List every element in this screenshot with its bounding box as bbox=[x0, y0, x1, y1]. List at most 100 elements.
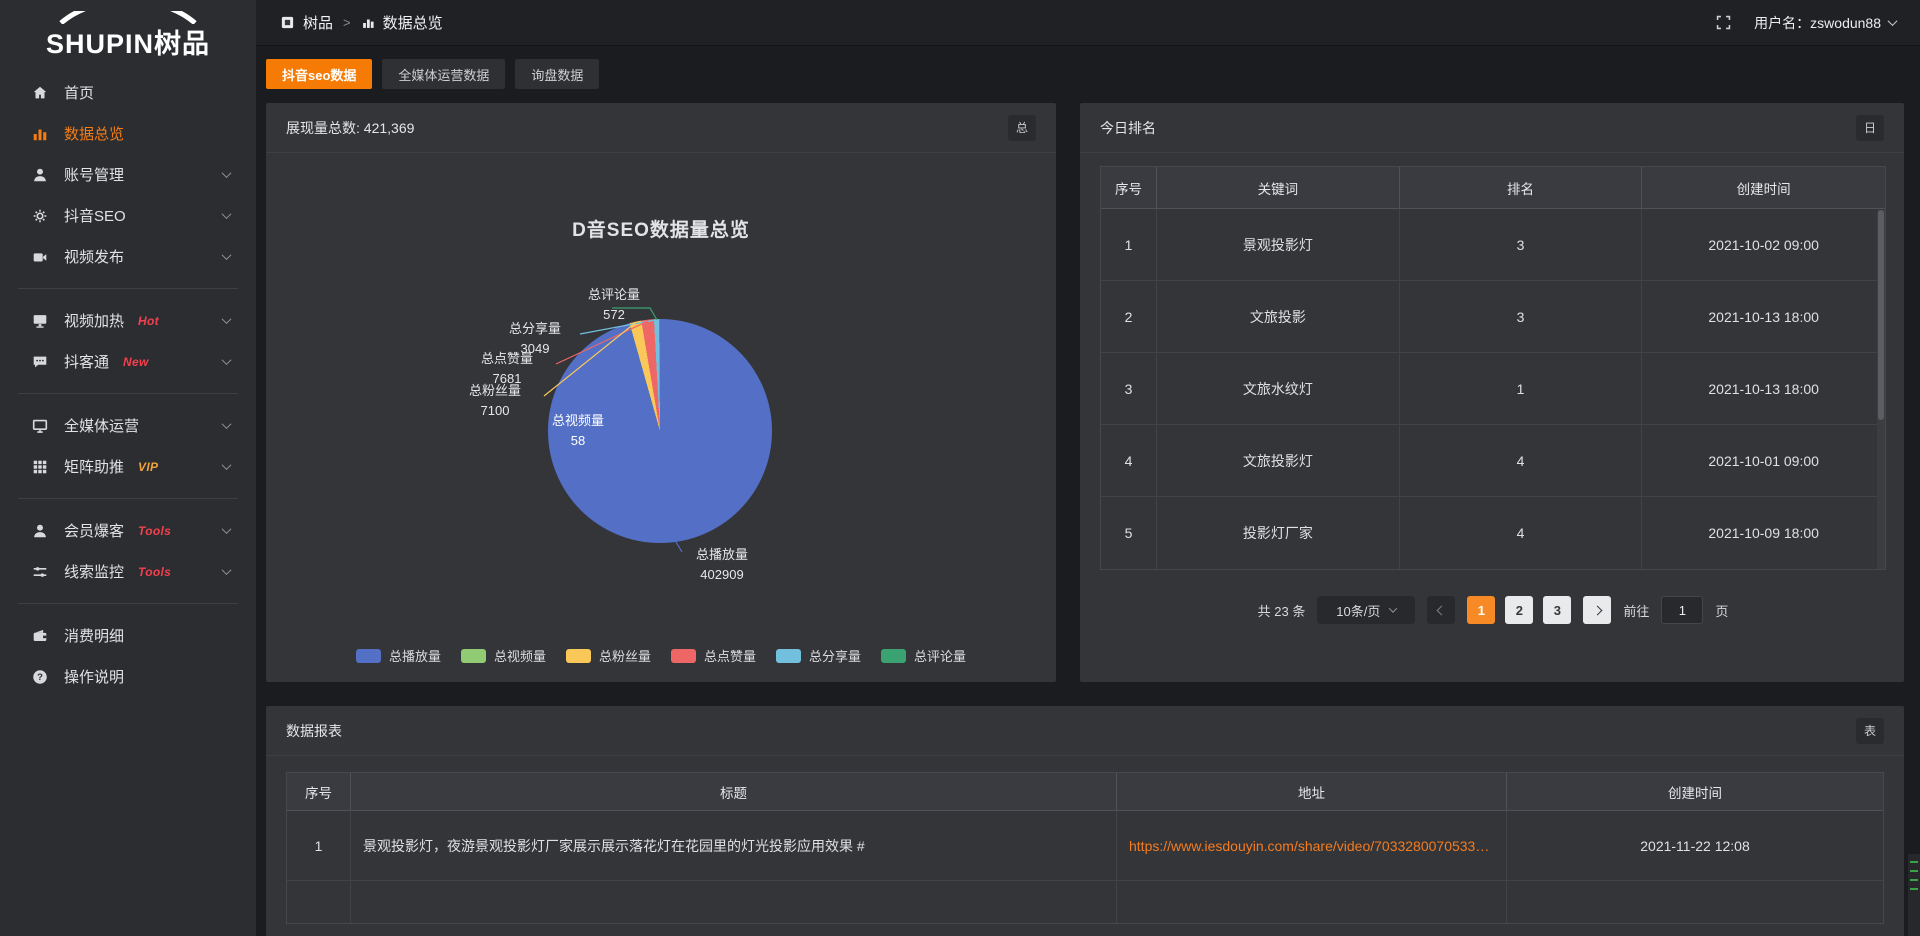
cell-no: 5 bbox=[1101, 497, 1157, 569]
fullscreen-icon[interactable] bbox=[1715, 14, 1732, 31]
chevron-down-icon bbox=[222, 460, 232, 470]
scrollbar-thumb[interactable] bbox=[1878, 210, 1884, 420]
sidebar-item-label: 抖客通 bbox=[64, 351, 109, 372]
sidebar-item-label: 全媒体运营 bbox=[64, 415, 139, 436]
sidebar-item-video-heat[interactable]: 视频加热 Hot bbox=[0, 300, 256, 341]
sidebar-item-account-management[interactable]: 账号管理 bbox=[0, 154, 256, 195]
cell-keyword: 文旅水纹灯 bbox=[1157, 353, 1400, 425]
pie-label-comments: 总评论量572 bbox=[566, 285, 662, 324]
legend-swatch bbox=[356, 649, 381, 663]
vip-badge: VIP bbox=[138, 460, 158, 474]
chevron-down-icon bbox=[1888, 16, 1898, 26]
column-header-title: 标题 bbox=[351, 773, 1117, 811]
breadcrumb[interactable]: 树品 > 数据总览 bbox=[280, 12, 443, 33]
sidebar-item-douyin-seo[interactable]: 抖音SEO bbox=[0, 195, 256, 236]
rank-table: 序号 关键词 排名 创建时间 1 景观投影灯 3 2021-10-02 09:0… bbox=[1100, 166, 1886, 570]
legend-swatch bbox=[671, 649, 696, 663]
legend-label: 总点赞量 bbox=[704, 646, 756, 665]
table-scrollbar[interactable] bbox=[1877, 210, 1885, 569]
cell-rank: 4 bbox=[1400, 425, 1643, 497]
report-panel-title: 数据报表 bbox=[286, 721, 342, 741]
column-header-keyword: 关键词 bbox=[1157, 167, 1400, 209]
sidebar-item-home[interactable]: 首页 bbox=[0, 72, 256, 113]
day-toggle-button[interactable]: 日 bbox=[1856, 115, 1884, 141]
legend-item[interactable]: 总评论量 bbox=[881, 646, 966, 665]
chevron-down-icon bbox=[222, 565, 232, 575]
tab-media-operation-data[interactable]: 全媒体运营数据 bbox=[382, 59, 505, 89]
person-icon bbox=[30, 521, 50, 541]
column-header-no: 序号 bbox=[287, 773, 351, 811]
table-row[interactable]: 5 投影灯厂家 4 2021-10-09 18:00 bbox=[1101, 497, 1885, 569]
page-button-3[interactable]: 3 bbox=[1543, 596, 1571, 624]
sidebar-item-douketong[interactable]: 抖客通 New bbox=[0, 341, 256, 382]
cell-keyword: 投影灯厂家 bbox=[1157, 497, 1400, 569]
sidebar-item-label: 抖音SEO bbox=[64, 205, 126, 226]
chart-title: D音SEO数据量总览 bbox=[266, 215, 1056, 242]
legend-item[interactable]: 总播放量 bbox=[356, 646, 441, 665]
chevron-down-icon bbox=[1389, 604, 1397, 612]
table-toggle-button[interactable]: 表 bbox=[1856, 718, 1884, 744]
sidebar-item-video-publish[interactable]: 视频发布 bbox=[0, 236, 256, 277]
table-row[interactable]: 4 文旅投影灯 4 2021-10-01 09:00 bbox=[1101, 425, 1885, 497]
chevron-down-icon bbox=[222, 209, 232, 219]
chart-panel-title: 展现量总数: 421,369 bbox=[286, 118, 414, 138]
chevron-down-icon bbox=[222, 419, 232, 429]
page-button-2[interactable]: 2 bbox=[1505, 596, 1533, 624]
table-row[interactable]: 1 景观投影灯 3 2021-10-02 09:00 bbox=[1101, 209, 1885, 281]
tab-inquiry-data[interactable]: 询盘数据 bbox=[515, 59, 599, 89]
sidebar-item-data-overview[interactable]: 数据总览 bbox=[0, 113, 256, 154]
square-icon bbox=[280, 15, 295, 30]
next-page-button[interactable] bbox=[1583, 596, 1611, 624]
breadcrumb-root[interactable]: 树品 bbox=[303, 12, 333, 33]
breadcrumb-current[interactable]: 数据总览 bbox=[383, 12, 443, 33]
page-scrollbar[interactable] bbox=[1908, 854, 1920, 936]
menu-divider bbox=[18, 393, 238, 394]
legend-item[interactable]: 总点赞量 bbox=[671, 646, 756, 665]
page-button-1[interactable]: 1 bbox=[1467, 596, 1495, 624]
cell-keyword: 文旅投影 bbox=[1157, 281, 1400, 353]
cell-time: 2021-10-13 18:00 bbox=[1642, 281, 1885, 353]
cell-title: 景观投影灯，夜游景观投影灯厂家展示展示落花灯在花园里的灯光投影应用效果 # bbox=[351, 811, 1117, 881]
cell-rank: 3 bbox=[1400, 281, 1643, 353]
sidebar-item-label: 首页 bbox=[64, 82, 94, 103]
total-toggle-button[interactable]: 总 bbox=[1008, 115, 1036, 141]
goto-label: 前往 bbox=[1623, 601, 1649, 620]
table-row[interactable]: 1 景观投影灯，夜游景观投影灯厂家展示展示落花灯在花园里的灯光投影应用效果 # … bbox=[287, 811, 1883, 881]
chevron-down-icon bbox=[222, 314, 232, 324]
cell-no: 1 bbox=[1101, 209, 1157, 281]
cell-time: 2021-10-01 09:00 bbox=[1642, 425, 1885, 497]
page-size-select[interactable]: 10条/页 bbox=[1317, 596, 1415, 624]
sidebar-item-label: 数据总览 bbox=[64, 123, 124, 144]
sidebar-menu: 首页 数据总览 账号管理 抖音SEO 视频发布 视频加热 Hot bbox=[0, 66, 256, 697]
sidebar-item-member-baoke[interactable]: 会员爆客 Tools bbox=[0, 510, 256, 551]
table-row[interactable]: 3 文旅水纹灯 1 2021-10-13 18:00 bbox=[1101, 353, 1885, 425]
sidebar-item-label: 矩阵助推 bbox=[64, 456, 124, 477]
cell-time: 2021-11-22 12:08 bbox=[1507, 811, 1883, 881]
rank-table-body: 1 景观投影灯 3 2021-10-02 09:00 2 文旅投影 3 2021… bbox=[1101, 209, 1885, 569]
sidebar-item-operation-guide[interactable]: ? 操作说明 bbox=[0, 656, 256, 697]
sidebar-item-media-operation[interactable]: 全媒体运营 bbox=[0, 405, 256, 446]
table-row-partial bbox=[287, 881, 1883, 923]
screen-icon bbox=[30, 311, 50, 331]
cell-no: 1 bbox=[287, 811, 351, 881]
user-menu[interactable]: 用户名：zswodun88 bbox=[1754, 13, 1896, 33]
sidebar-item-label: 线索监控 bbox=[64, 561, 124, 582]
chevron-down-icon bbox=[222, 355, 232, 365]
tab-douyin-seo-data[interactable]: 抖音seo数据 bbox=[266, 59, 372, 89]
legend-item[interactable]: 总视频量 bbox=[461, 646, 546, 665]
sidebar-item-clue-monitor[interactable]: 线索监控 Tools bbox=[0, 551, 256, 592]
cell-keyword: 文旅投影灯 bbox=[1157, 425, 1400, 497]
legend-item[interactable]: 总粉丝量 bbox=[566, 646, 651, 665]
new-badge: New bbox=[123, 355, 149, 369]
wallet-icon bbox=[30, 626, 50, 646]
table-row[interactable]: 2 文旅投影 3 2021-10-13 18:00 bbox=[1101, 281, 1885, 353]
sidebar-item-consume-detail[interactable]: 消费明细 bbox=[0, 615, 256, 656]
video-link[interactable]: https://www.iesdouyin.com/share/video/70… bbox=[1129, 838, 1494, 854]
legend-item[interactable]: 总分享量 bbox=[776, 646, 861, 665]
cell-time: 2021-10-09 18:00 bbox=[1642, 497, 1885, 569]
prev-page-button[interactable] bbox=[1427, 596, 1455, 624]
chevron-right-icon bbox=[1592, 605, 1602, 615]
goto-page-input[interactable] bbox=[1661, 596, 1703, 624]
sidebar-item-matrix-boost[interactable]: 矩阵助推 VIP bbox=[0, 446, 256, 487]
legend-label: 总分享量 bbox=[809, 646, 861, 665]
